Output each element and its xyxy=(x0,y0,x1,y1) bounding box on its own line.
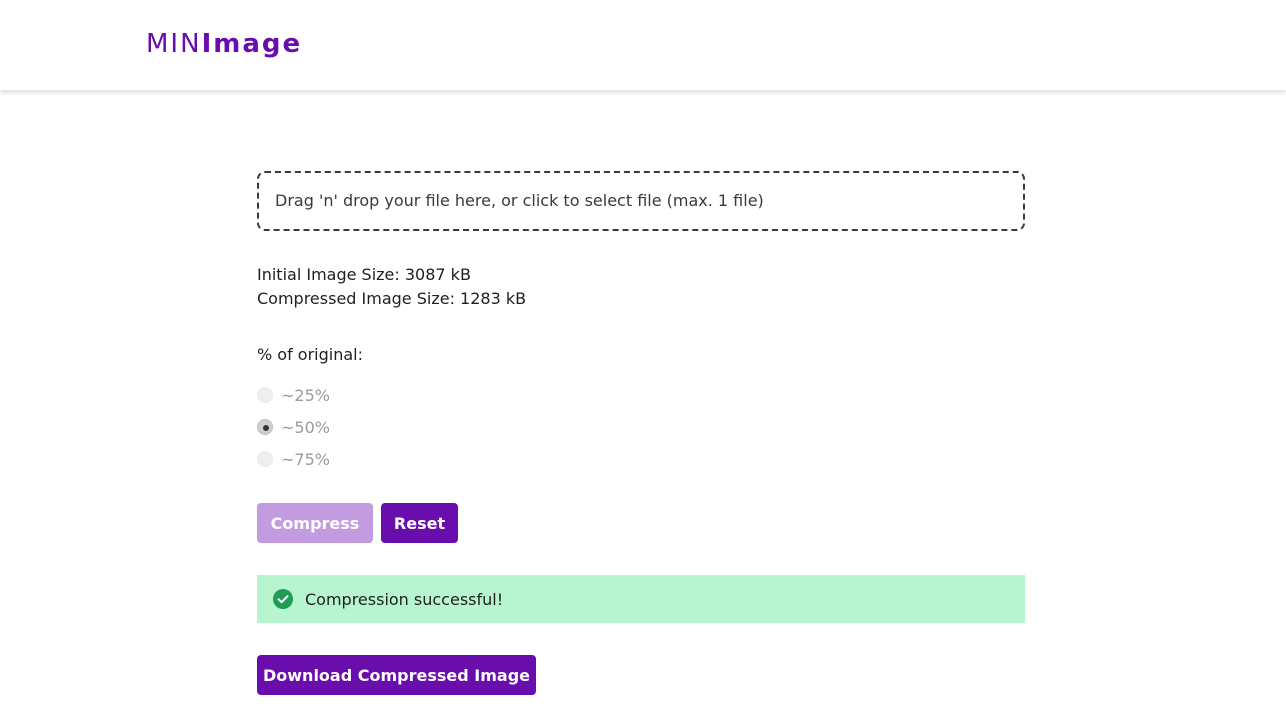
radio-button[interactable] xyxy=(257,387,273,403)
initial-size-text: Initial Image Size: 3087 kB xyxy=(257,265,471,284)
radio-option-25[interactable]: ~25% xyxy=(257,384,330,406)
success-alert: Compression successful! xyxy=(257,575,1025,623)
logo-text-min: MIN xyxy=(146,29,202,59)
percent-options-label: % of original: xyxy=(257,345,363,364)
file-dropzone[interactable]: Drag 'n' drop your file here, or click t… xyxy=(257,171,1025,231)
radio-label: ~25% xyxy=(281,385,330,405)
logo-text-image: Image xyxy=(201,29,303,59)
compress-button[interactable]: Compress xyxy=(257,503,373,543)
app-header: MINImage xyxy=(0,0,1286,91)
check-circle-icon xyxy=(273,589,293,609)
download-compressed-image-button[interactable]: Download Compressed Image xyxy=(257,655,536,695)
radio-label: ~50% xyxy=(281,417,330,437)
radio-option-75[interactable]: ~75% xyxy=(257,448,330,470)
logo[interactable]: MINImage xyxy=(146,28,302,60)
radio-option-50[interactable]: ~50% xyxy=(257,416,330,438)
radio-button[interactable] xyxy=(257,451,273,467)
radio-button-selected[interactable] xyxy=(257,419,273,435)
radio-label: ~75% xyxy=(281,449,330,469)
alert-message: Compression successful! xyxy=(305,589,504,609)
dropzone-instructions: Drag 'n' drop your file here, or click t… xyxy=(275,191,764,210)
compressed-size-text: Compressed Image Size: 1283 kB xyxy=(257,289,527,308)
reset-button[interactable]: Reset xyxy=(381,503,458,543)
